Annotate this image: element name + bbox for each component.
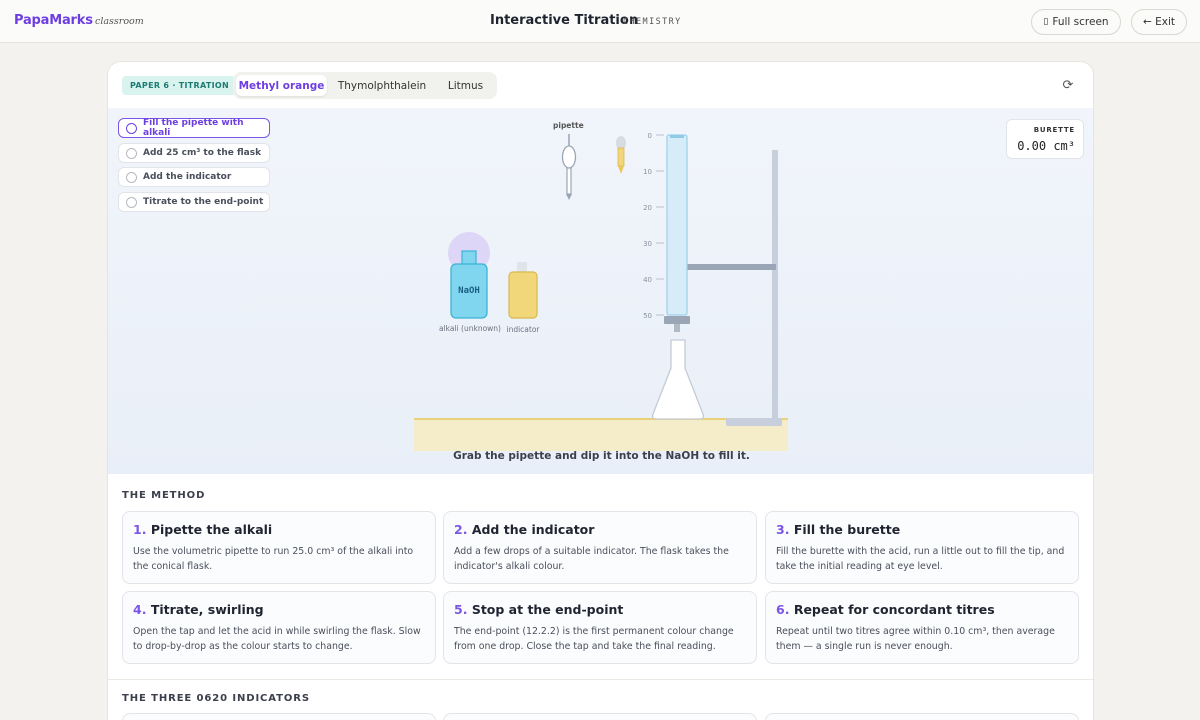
method-card: 4. Titrate, swirling Open the tap and le…: [122, 591, 436, 664]
step-label: Fill the pipette with alkali: [143, 118, 244, 138]
method-card-body: Fill the burette with the acid, run a li…: [776, 546, 1065, 572]
method-card: 2. Add the indicator Add a few drops of …: [443, 511, 757, 584]
page-title: Interactive Titration: [490, 13, 639, 28]
exit-button[interactable]: ← Exit: [1131, 9, 1187, 35]
step-titrate[interactable]: Titrate to the end-point: [118, 192, 270, 212]
alkali-bottle-text: NaOH: [458, 286, 480, 296]
burette-tube[interactable]: [666, 134, 688, 316]
method-card-heading: Add the indicator: [471, 522, 595, 537]
section-divider: [108, 679, 1093, 680]
burette-tap[interactable]: [664, 316, 690, 324]
step-add-to-flask[interactable]: Add 25 cm³ to the flask: [118, 143, 270, 163]
method-card-body: Use the volumetric pipette to run 25.0 c…: [133, 546, 414, 572]
fullscreen-button[interactable]: ▯ Full screen: [1031, 9, 1121, 35]
stand-rod: [772, 150, 778, 420]
brand-subtitle: classroom: [95, 16, 144, 27]
step-radio-icon: [126, 123, 137, 134]
method-card-title: 2. Add the indicator: [454, 522, 746, 537]
paper-badge: PAPER 6 · TITRATION: [122, 76, 238, 95]
fullscreen-icon: ▯: [1043, 17, 1049, 27]
indicator-dropper[interactable]: [616, 136, 626, 174]
indicator-card[interactable]: [765, 713, 1079, 720]
method-card-heading: Titrate, swirling: [150, 602, 264, 617]
burette-readout-value: 0.00 cm³: [1017, 139, 1075, 153]
method-card: 1. Pipette the alkali Use the volumetric…: [122, 511, 436, 584]
method-card-body: The end-point (12.2.2) is the first perm…: [454, 626, 734, 652]
burette-tick-label: 20: [643, 204, 652, 212]
burette-tick-label: 40: [643, 276, 652, 284]
alkali-label: alkali (unknown): [439, 324, 501, 333]
burette-readout: BURETTE 0.00 cm³: [1006, 119, 1084, 159]
indicator-card[interactable]: [122, 713, 436, 720]
method-card-number: 2.: [454, 522, 468, 537]
instruction-hint: Grab the pipette and dip it into the NaO…: [453, 450, 750, 462]
method-card: 3. Fill the burette Fill the burette wit…: [765, 511, 1079, 584]
burette-tick-label: 50: [643, 312, 652, 320]
method-card-body: Add a few drops of a suitable indicator.…: [454, 546, 729, 572]
burette-ticks: [656, 134, 664, 316]
indicator-tabs: Methyl orange Thymolphthalein Litmus: [233, 72, 497, 99]
stand-base: [726, 418, 782, 426]
method-card-body: Open the tap and let the acid in while s…: [133, 626, 421, 652]
method-card-heading: Fill the burette: [793, 522, 901, 537]
step-label: Add 25 cm³ to the flask: [143, 148, 262, 158]
top-bar: PapaMarks classroom Interactive Titratio…: [0, 0, 1200, 43]
method-section-title: THE METHOD: [122, 490, 206, 501]
burette-tip: [674, 324, 680, 332]
method-card-number: 5.: [454, 602, 468, 617]
method-card-number: 6.: [776, 602, 790, 617]
method-card-title: 1. Pipette the alkali: [133, 522, 425, 537]
conical-flask[interactable]: [651, 339, 705, 420]
method-card-heading: Stop at the end-point: [471, 602, 624, 617]
tab-methyl-orange[interactable]: Methyl orange: [236, 75, 327, 96]
method-card-body: Repeat until two titres agree within 0.1…: [776, 626, 1055, 652]
burette-tick-label: 0: [648, 132, 652, 140]
step-label: Titrate to the end-point: [143, 197, 264, 207]
refresh-icon: ⟳: [1062, 77, 1074, 93]
method-card-title: 6. Repeat for concordant titres: [776, 602, 1068, 617]
fullscreen-label: Full screen: [1052, 16, 1109, 28]
method-card-title: 5. Stop at the end-point: [454, 602, 746, 617]
method-card-number: 3.: [776, 522, 790, 537]
exit-label: ← Exit: [1142, 16, 1176, 28]
method-card-heading: Repeat for concordant titres: [793, 602, 995, 617]
reset-button[interactable]: ⟳: [1059, 76, 1077, 94]
method-card-title: 3. Fill the burette: [776, 522, 1068, 537]
method-card-heading: Pipette the alkali: [150, 522, 273, 537]
indicator-bottle[interactable]: [508, 271, 538, 319]
indicator-bottle-cap: [517, 262, 527, 273]
method-card: 5. Stop at the end-point The end-point (…: [443, 591, 757, 664]
pipette-label: pipette: [553, 121, 584, 130]
brand-logo[interactable]: PapaMarks: [14, 13, 93, 28]
burette-tick-label: 30: [643, 240, 652, 248]
page-subject: CHEMISTRY: [623, 17, 682, 27]
titration-card: PAPER 6 · TITRATION Methyl orange Thymol…: [107, 61, 1094, 720]
tab-thymolphthalein[interactable]: Thymolphthalein: [330, 75, 434, 96]
step-radio-icon: [126, 172, 137, 183]
pipette[interactable]: [561, 134, 577, 200]
burette-tick-label: 10: [643, 168, 652, 176]
step-radio-icon: [126, 148, 137, 159]
step-radio-icon: [126, 197, 137, 208]
step-label: Add the indicator: [143, 172, 232, 182]
card-header: PAPER 6 · TITRATION Methyl orange Thymol…: [108, 62, 1093, 108]
step-add-indicator[interactable]: Add the indicator: [118, 167, 270, 187]
tab-litmus[interactable]: Litmus: [437, 75, 494, 96]
alkali-bottle-cap: [461, 250, 477, 266]
burette-scale: 0 10 20 30 40 50: [643, 132, 652, 320]
burette-readout-label: BURETTE: [1033, 126, 1075, 134]
step-fill-pipette[interactable]: Fill the pipette with alkali: [118, 118, 270, 138]
burette-clamp: [686, 264, 776, 270]
method-card-number: 1.: [133, 522, 147, 537]
burette-acid-level: [670, 135, 684, 138]
indicators-section-title: THE THREE 0620 INDICATORS: [122, 693, 310, 704]
indicator-label: indicator: [506, 325, 540, 334]
simulation-area: 0 10 20 30 40 50 pipette NaOH alkali (un…: [108, 108, 1093, 474]
method-card: 6. Repeat for concordant titres Repeat u…: [765, 591, 1079, 664]
method-card-number: 4.: [133, 602, 147, 617]
indicator-card[interactable]: [443, 713, 757, 720]
method-card-title: 4. Titrate, swirling: [133, 602, 425, 617]
